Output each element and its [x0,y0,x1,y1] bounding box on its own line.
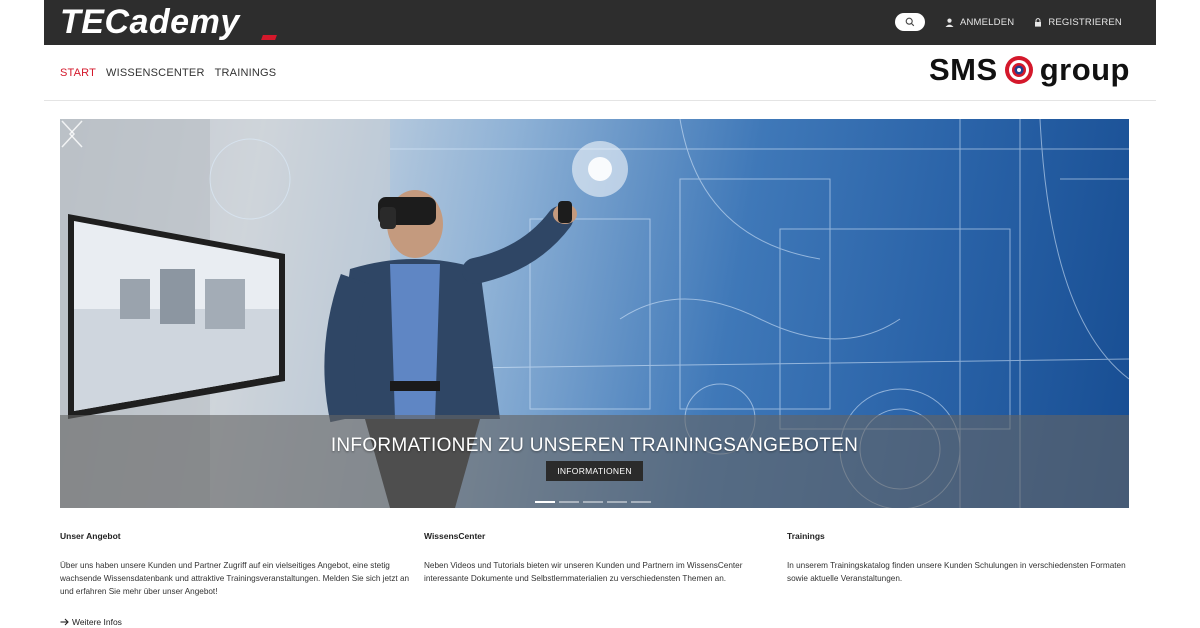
column-text: Neben Videos und Tutorials bieten wir un… [424,561,743,583]
header-divider [44,100,1156,101]
tecademy-logo[interactable]: TECademy [60,2,240,42]
column-text: In unserem Trainingskatalog finden unser… [787,561,1126,583]
column-unser-angebot: Unser Angebot Über uns haben unsere Kund… [60,531,410,598]
logo-accent-mark [261,35,277,40]
register-label: REGISTRIEREN [1048,16,1122,28]
hero-caption: INFORMATIONEN ZU UNSEREN TRAININGSANGEBO… [60,415,1129,508]
column-trainings: Trainings In unserem Trainingskatalog fi… [787,531,1137,585]
lock-icon [1035,17,1042,27]
hero-carousel[interactable]: INFORMATIONEN ZU UNSEREN TRAININGSANGEBO… [60,119,1129,508]
carousel-indicators [535,501,651,503]
top-bar: TECademy ANMELDEN REGISTRIEREN [44,0,1156,45]
user-icon [945,18,954,27]
nav-item-wissenscenter[interactable]: WISSENSCENTER [106,67,205,79]
column-heading: WissensCenter [424,531,486,541]
top-actions: ANMELDEN REGISTRIEREN [894,13,1122,31]
carousel-indicator[interactable] [631,501,651,503]
carousel-indicator[interactable] [583,501,603,503]
hero-title: INFORMATIONEN ZU UNSEREN TRAININGSANGEBO… [330,435,859,456]
column-text: Über uns haben unsere Kunden und Partner… [60,561,410,596]
informationen-button[interactable]: INFORMATIONEN [546,461,643,481]
nav-item-trainings[interactable]: TRAININGS [215,67,277,79]
column-heading: Trainings [787,531,825,541]
carousel-next-arrow[interactable] [60,119,76,149]
sms-logo-text-right: group [1039,52,1130,87]
sms-group-logo[interactable]: SMS group [929,53,1130,87]
login-label: ANMELDEN [959,16,1015,28]
weitere-infos-label: Weitere Infos [72,617,122,627]
register-link[interactable]: REGISTRIEREN [1034,17,1122,28]
search-icon [905,17,915,27]
sms-logo-text-left: SMS [929,52,998,87]
carousel-indicator[interactable] [559,501,579,503]
carousel-indicator[interactable] [607,501,627,503]
main-nav: START WISSENSCENTER TRAININGS [60,67,276,79]
column-wissenscenter: WissensCenter Neben Videos und Tutorials… [424,531,774,585]
arrow-right-icon [60,618,69,626]
weitere-infos-link[interactable]: Weitere Infos [60,617,122,627]
column-heading: Unser Angebot [60,531,121,541]
search-button[interactable] [894,13,925,31]
nav-item-start[interactable]: START [60,67,96,79]
login-link[interactable]: ANMELDEN [945,17,1014,28]
sms-target-icon [1004,56,1033,84]
carousel-indicator[interactable] [535,501,555,503]
